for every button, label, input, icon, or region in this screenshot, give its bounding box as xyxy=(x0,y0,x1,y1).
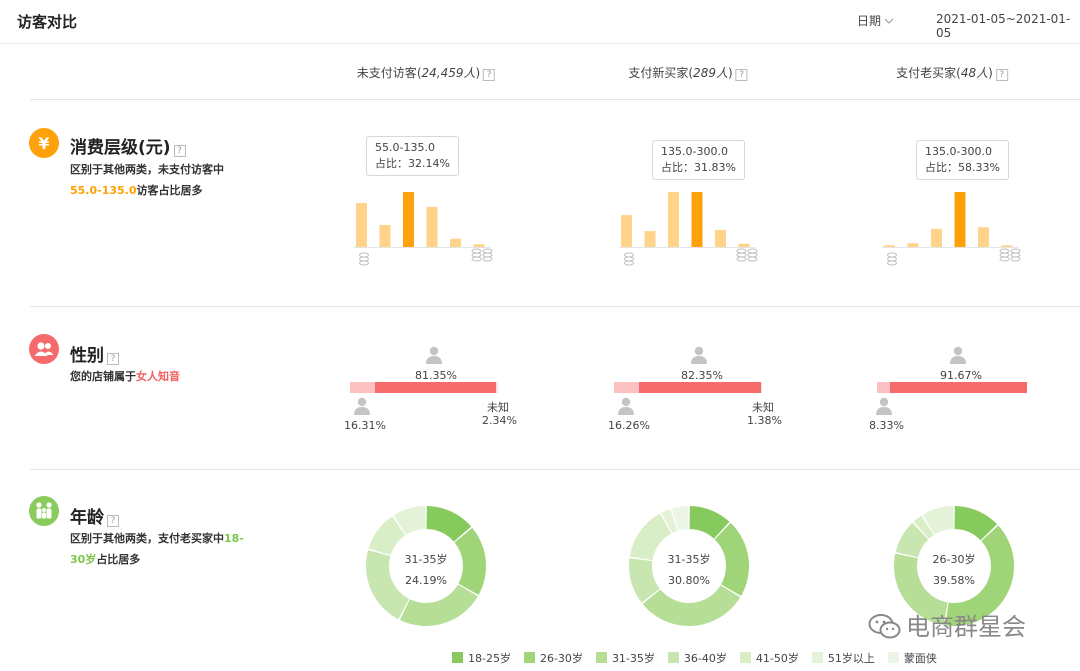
donut-slice xyxy=(642,585,741,627)
donut-slice xyxy=(399,584,478,626)
legend-swatch xyxy=(811,652,823,663)
donut-slice xyxy=(714,522,749,596)
legend-item[interactable]: 26-30岁 xyxy=(523,650,583,666)
legend-label: 蒙面侠 xyxy=(903,652,937,665)
legend-label: 31-35岁 xyxy=(611,652,655,665)
legend-label: 26-30岁 xyxy=(539,652,583,665)
legend-item[interactable]: 31-35岁 xyxy=(595,650,655,666)
donut-center-label: 31-35岁 xyxy=(405,552,448,566)
donut-chart: 31-35岁 24.19% xyxy=(366,506,487,626)
legend-label: 18-25岁 xyxy=(468,652,511,665)
legend-swatch xyxy=(739,652,751,663)
donut-center-pct: 39.58% xyxy=(933,574,975,587)
legend-swatch xyxy=(887,652,899,663)
legend-label: 36-40岁 xyxy=(683,652,727,665)
legend-item[interactable]: 51岁以上 xyxy=(811,650,875,666)
watermark: 电商群星会 xyxy=(868,607,1026,643)
donut-center-label: 26-30岁 xyxy=(933,552,976,566)
legend-swatch xyxy=(667,652,679,663)
donut-center-pct: 24.19% xyxy=(405,574,447,587)
donut-center-pct: 30.80% xyxy=(668,574,710,587)
donut-slice xyxy=(629,513,672,561)
legend-swatch xyxy=(523,652,535,663)
watermark-text: 电商群星会 xyxy=(906,613,1026,641)
legend-label: 41-50岁 xyxy=(755,652,799,665)
legend-item[interactable]: 41-50岁 xyxy=(739,650,799,666)
donut-slice xyxy=(366,550,409,620)
donut-chart: 31-35岁 30.80% xyxy=(629,506,749,627)
legend-swatch xyxy=(595,652,607,663)
age-legend: 18-25岁 26-30岁 31-35岁 36-40岁 41-50岁 51岁以上 蒙面侠 xyxy=(452,650,950,666)
legend-label: 51岁以上 xyxy=(827,652,875,665)
donut-center-label: 31-35岁 xyxy=(668,552,711,566)
legend-item[interactable]: 蒙面侠 xyxy=(887,650,937,666)
donut-slice xyxy=(454,527,487,595)
legend-item[interactable]: 18-25岁 xyxy=(452,650,511,666)
wechat-logo-icon xyxy=(868,614,901,639)
age-donut-charts: 31-35岁 24.19% 31-35岁 30.80% 26-30岁 39.58% xyxy=(366,506,1015,627)
legend-item[interactable]: 36-40岁 xyxy=(667,650,727,666)
legend-swatch xyxy=(452,652,463,663)
